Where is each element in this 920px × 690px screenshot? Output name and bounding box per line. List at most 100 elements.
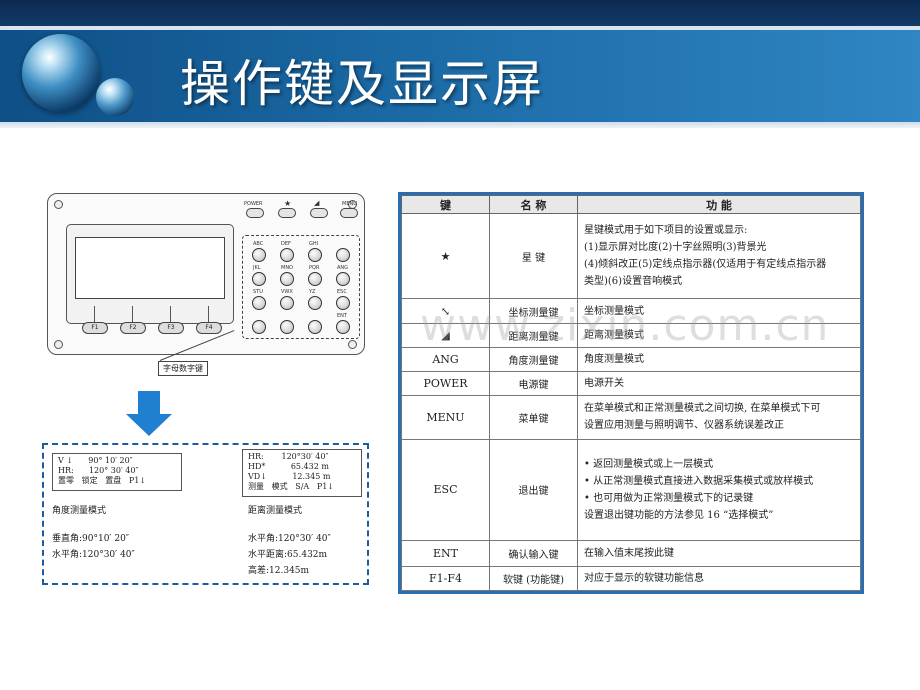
f4-key: F4: [196, 322, 222, 334]
large-orb-icon: [22, 34, 100, 112]
function-cell: 在输入值末尾按此键: [577, 539, 861, 567]
function-cell: 电源开关: [577, 370, 861, 396]
keypad-key: [280, 320, 294, 334]
screw-icon: [54, 200, 63, 209]
table-header-row: 键 名 称 功 能: [401, 195, 861, 214]
star-key: [278, 208, 296, 218]
watermark: www.zixin.com.cn: [420, 300, 830, 351]
keypad-key: [252, 248, 266, 262]
keypad-key: [252, 320, 266, 334]
small-orb-icon: [96, 78, 134, 116]
angle-mode-screen: V ↓ 90° 10′ 20″ HR: 120° 30′ 40″ 置零 锁定 置…: [52, 453, 182, 491]
keypad-key: [280, 272, 294, 286]
key-cell: ENT: [401, 539, 490, 567]
keypad-key: [308, 320, 322, 334]
function-line: (4)倾斜改正(5)定线点指示器(仅适用于有定线点指示器: [584, 259, 827, 271]
function-cell: • 返回测量模式或上一层模式 • 从正常测量模式直接进入数据采集模式或放样模式 • …: [577, 438, 861, 541]
function-line: • 从正常测量模式直接进入数据采集模式或放样模式: [584, 475, 814, 487]
key-cell: ESC: [401, 438, 490, 541]
f1-key: F1: [82, 322, 108, 334]
down-arrow-icon: [138, 391, 160, 415]
function-line: 对应于显示的软键功能信息: [584, 572, 704, 584]
name-cell: 菜单键: [489, 394, 578, 440]
distance-mode-title: 距离测量模式: [248, 506, 303, 516]
keypad-key-label: ESC: [337, 289, 347, 295]
keypad-key-label: DEF: [281, 241, 291, 247]
distance-key: [310, 208, 328, 218]
keypad-key: [336, 296, 350, 310]
keypad-key-label: MNO: [281, 265, 293, 271]
function-line: (1)显示屏对比度(2)十字丝照明(3)背景光: [584, 242, 767, 254]
key-function-table: 键 名 称 功 能 ★ 星 键星键模式用于如下项目的设置或显示: (1)显示屏对比度…: [398, 192, 864, 594]
keypad-key: [308, 272, 322, 286]
key-cell: POWER: [401, 370, 490, 396]
angle-mode-title: 角度测量模式: [52, 506, 107, 516]
header-name: 名 称: [489, 195, 578, 214]
keypad-key: [308, 248, 322, 262]
menu-label: MENU: [342, 201, 357, 207]
distance-mode-line: 高差:12.345m: [248, 566, 310, 576]
keypad-key-label: PQR: [309, 265, 320, 271]
name-cell: 退出键: [489, 438, 578, 541]
keypad-key-label: GHI: [309, 241, 319, 247]
keypad-key-label: YZ: [309, 289, 316, 295]
distance-label: ◢: [314, 199, 320, 207]
distance-mode-screen: HR: 120°30′ 40″ HD* 65.432 m VD↓ 12.345 …: [242, 449, 362, 497]
power-label: POWER: [244, 201, 263, 207]
function-line: • 也可用做为正常测量模式下的记录键: [584, 492, 754, 504]
keypad-key-label: STU: [253, 289, 263, 295]
keypad-key: [252, 296, 266, 310]
table-row: F1-F4 软键 (功能键) 对应于显示的软键功能信息: [401, 565, 861, 592]
name-cell: 确认输入键: [489, 539, 578, 567]
table-row: MENU 菜单键 在菜单模式和正常测量模式之间切换, 在菜单模式下可 设置应用测量与照…: [401, 394, 861, 440]
keypad-key: [280, 296, 294, 310]
lcd-screen: [75, 237, 225, 299]
key-cell: MENU: [401, 394, 490, 440]
name-cell: 星 键: [489, 212, 578, 300]
function-cell: 星键模式用于如下项目的设置或显示: (1)显示屏对比度(2)十字丝照明(3)背景光…: [577, 212, 861, 300]
keypad-key-label: VWX: [281, 289, 293, 295]
keypad-key-label: ABC: [253, 241, 264, 247]
top-bar: [0, 0, 920, 26]
screw-icon: [54, 340, 63, 349]
function-line: 角度测量模式: [584, 353, 644, 365]
down-arrow-head-icon: [126, 414, 172, 436]
power-key: [246, 208, 264, 218]
table-row: POWER 电源键 电源开关: [401, 370, 861, 396]
function-line: 设置退出键功能的方法参见 16 “选择模式”: [584, 509, 774, 521]
band-shadow: [0, 122, 920, 128]
key-cell: ★: [401, 212, 490, 300]
distance-mode-line: 水平距离:65.432m: [248, 550, 328, 560]
keypad-key: [308, 296, 322, 310]
name-cell: 电源键: [489, 370, 578, 396]
display-modes-box: V ↓ 90° 10′ 20″ HR: 120° 30′ 40″ 置零 锁定 置…: [42, 443, 369, 585]
function-line: 在输入值末尾按此键: [584, 547, 674, 559]
keypad-key: [336, 248, 350, 262]
function-line: 星键模式用于如下项目的设置或显示:: [584, 225, 748, 237]
header-function: 功 能: [577, 195, 861, 214]
function-line: • 返回测量模式或上一层模式: [584, 458, 714, 470]
keypad-key: [280, 248, 294, 262]
instrument-panel-illustration: F1 F2 F3 F4 POWER ★ ◢ MENU ABC DEF GHI JKL M…: [47, 193, 365, 355]
angle-mode-line: 水平角:120°30′ 40″: [52, 550, 135, 560]
f3-key: F3: [158, 322, 184, 334]
slide-title: 操作键及显示屏: [180, 55, 544, 113]
function-line: 设置应用测量与照明调节、仪器系统误差改正: [584, 420, 784, 432]
distance-mode-line: 水平角:120°30′ 40″: [248, 534, 331, 544]
star-label: ★: [284, 199, 292, 208]
key-cell: F1-F4: [401, 565, 490, 592]
function-line: 电源开关: [584, 377, 624, 389]
name-cell: 软键 (功能键): [489, 565, 578, 592]
screw-icon: [348, 340, 357, 349]
keypad-callout: 字母数字键: [158, 361, 208, 376]
function-line: 在菜单模式和正常测量模式之间切换, 在菜单模式下可: [584, 403, 821, 415]
keypad-key: [252, 272, 266, 286]
keypad-key: [336, 272, 350, 286]
menu-key: [340, 208, 358, 218]
table-row: ENT 确认输入键 在输入值末尾按此键: [401, 539, 861, 567]
angle-mode-line: 垂直角:90°10′ 20″: [52, 534, 130, 544]
function-cell: 对应于显示的软键功能信息: [577, 565, 861, 592]
keypad-key: [336, 320, 350, 334]
table-row: ESC 退出键 • 返回测量模式或上一层模式 • 从正常测量模式直接进入数据采集模式或…: [401, 438, 861, 541]
f2-key: F2: [120, 322, 146, 334]
